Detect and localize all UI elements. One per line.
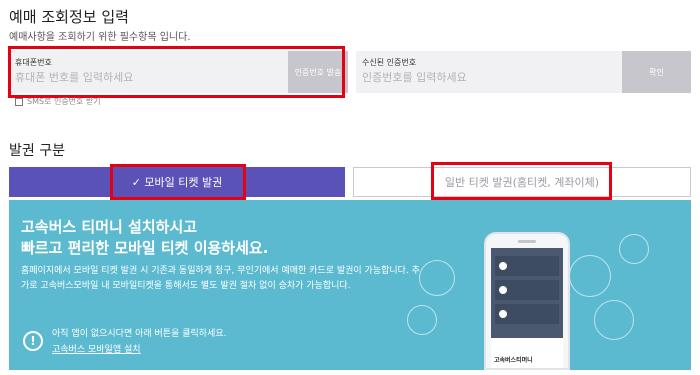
banner-headline-1: 고속버스 티머니 설치하시고	[21, 218, 198, 236]
verification-code-input[interactable]	[362, 69, 620, 85]
highlight-box-general	[431, 162, 612, 200]
bus-circle-icon	[569, 255, 611, 297]
verification-code-panel: 수신된 인증번호 확인	[356, 51, 691, 93]
phone-screen: 고속버스티머니	[491, 248, 563, 368]
exclamation-icon: !	[23, 331, 43, 351]
person-circle-icon	[407, 305, 437, 335]
page-title: 예매 조회정보 입력	[9, 8, 129, 26]
decor-circle-icon	[419, 260, 455, 296]
app-install-link[interactable]: 고속버스 모바일앱 설치	[52, 342, 141, 355]
page-subtitle: 예매사항을 조회하기 위한 필수항목 입니다.	[9, 32, 191, 43]
menu-dot-icon	[499, 310, 507, 318]
highlight-box-phone	[8, 46, 345, 98]
app-promo-banner: 고속버스 티머니 설치하시고 빠르고 편리한 모바일 티켓 이용하세요. 홈페이…	[9, 200, 691, 370]
phone-menu-row	[495, 256, 559, 276]
phone-menu-row	[495, 304, 559, 324]
verification-code-label: 수신된 인증번호	[362, 58, 417, 67]
sms-checkbox-row[interactable]: SMS로 인증번호 받기	[15, 96, 101, 107]
phone-bottom-bar: 고속버스티머니	[491, 338, 563, 368]
phone-mockup: 고속버스티머니	[484, 232, 570, 370]
banner-notice: 아직 앱이 없으시다면 아래 버튼을 클릭하세요.	[52, 329, 227, 339]
phone-brand-label: 고속버스티머니	[494, 357, 533, 364]
highlight-box-mobile	[110, 164, 246, 200]
issuance-title: 발권 구분	[9, 143, 65, 159]
sms-checkbox[interactable]	[15, 97, 23, 106]
banner-headline-2: 빠르고 편리한 모바일 티켓 이용하세요.	[21, 239, 269, 257]
sms-checkbox-label: SMS로 인증번호 받기	[27, 97, 101, 106]
bus-side-circle-icon	[594, 300, 634, 340]
decor-circle-icon	[619, 234, 649, 264]
confirm-button[interactable]: 확인	[622, 51, 691, 93]
menu-dot-icon	[499, 286, 507, 294]
phone-speaker	[518, 240, 536, 243]
menu-dot-icon	[499, 262, 507, 270]
banner-description: 홈페이지에서 모바일 티켓 발권 시 기존과 동일하게 청구, 무인기에서 예매…	[21, 266, 420, 291]
phone-menu-row	[495, 280, 559, 300]
